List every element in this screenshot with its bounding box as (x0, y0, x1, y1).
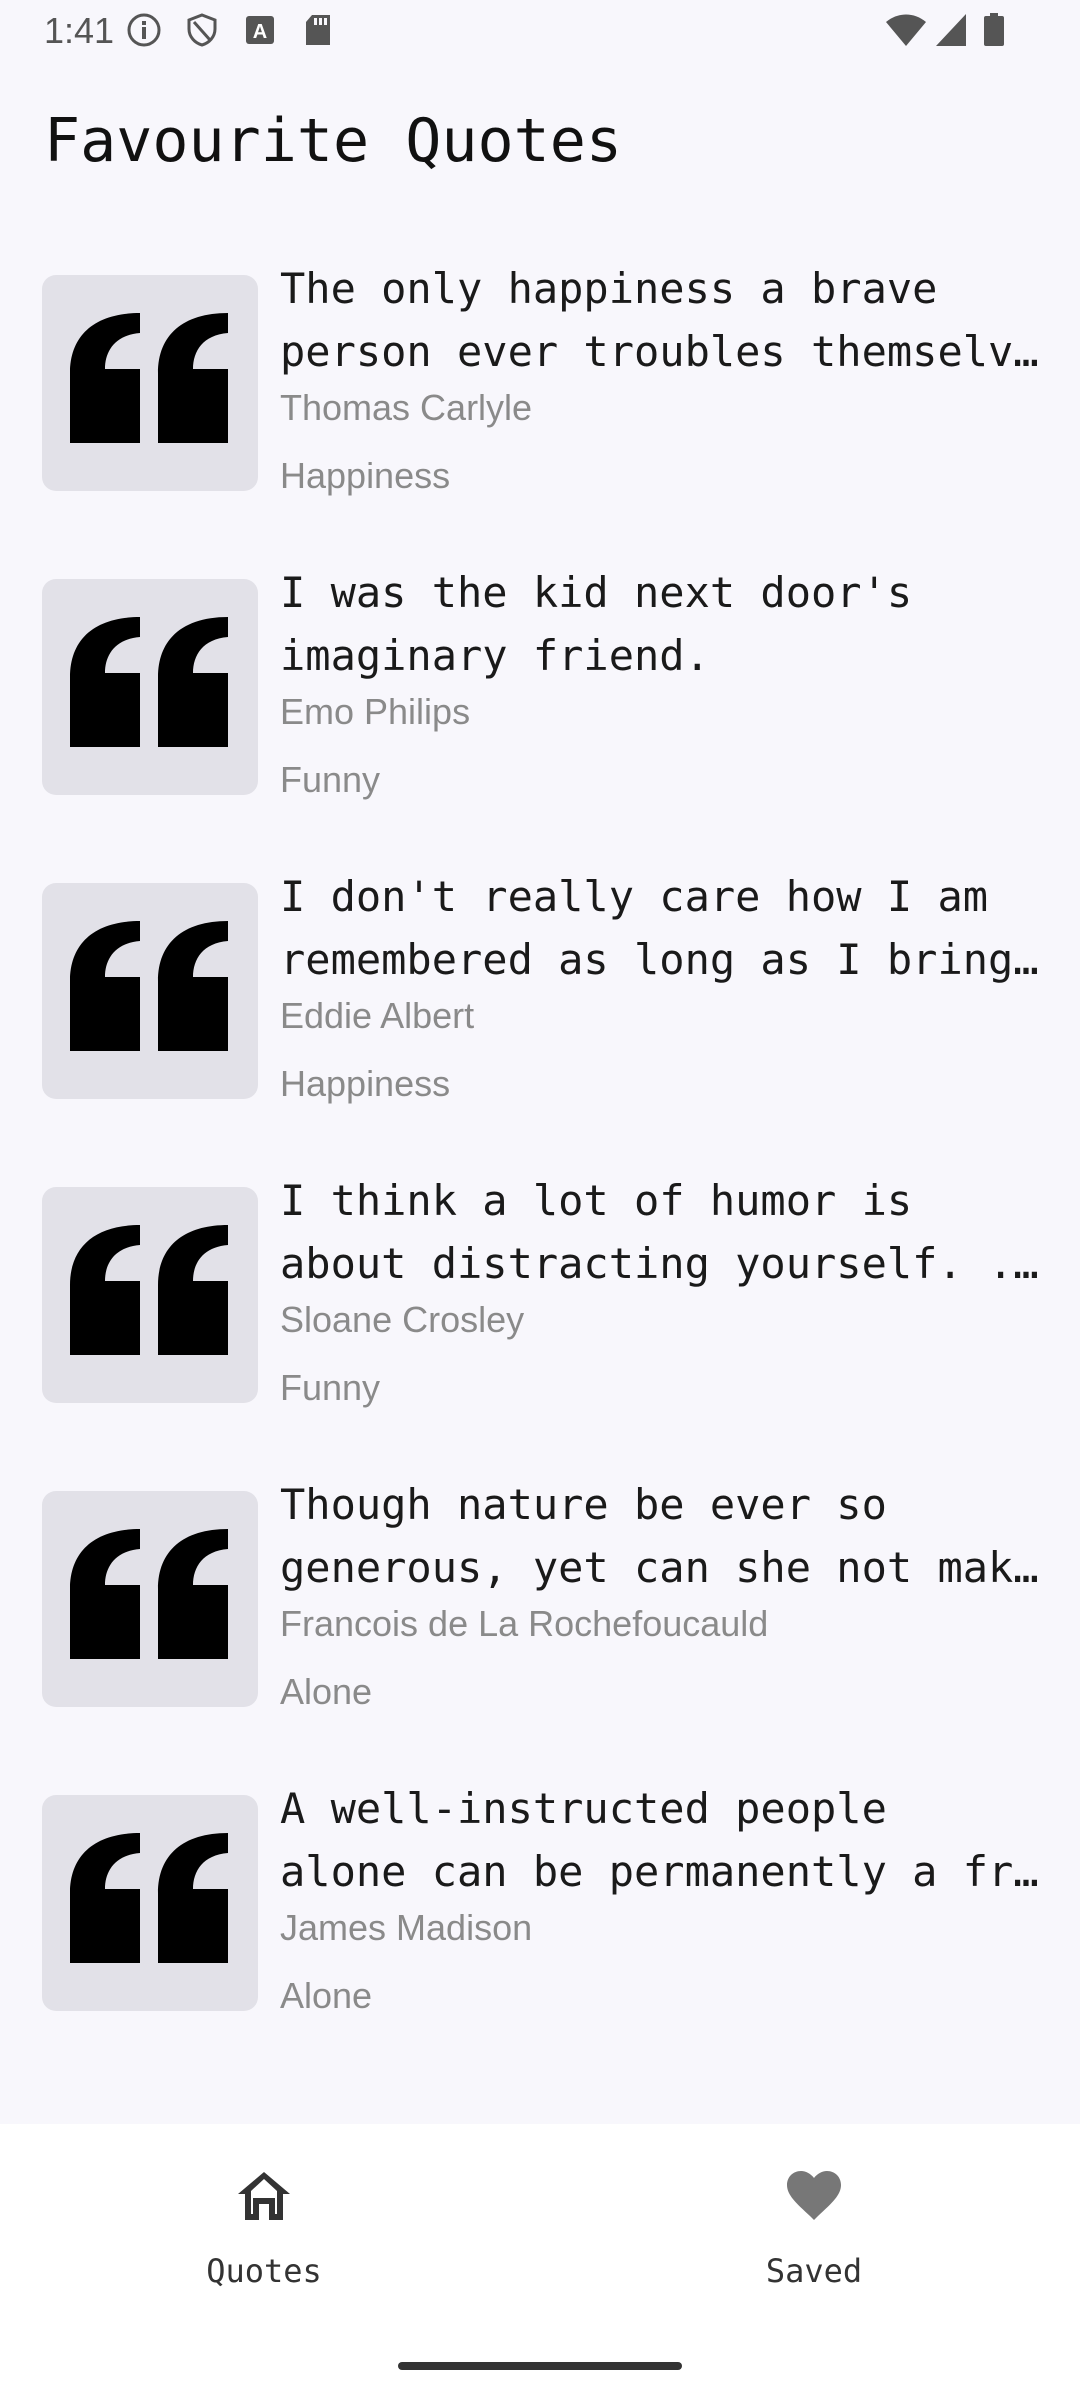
shield-icon (187, 13, 217, 47)
wifi-icon (886, 14, 926, 46)
quote-thumbnail (42, 1491, 258, 1707)
quote-list: The only happiness a brave person ever t… (0, 255, 1080, 2079)
status-bar: 1:41 A (0, 0, 1080, 64)
signal-icon (936, 14, 966, 46)
quote-text: The only happiness a brave person ever t… (280, 257, 1050, 383)
quote-author: Francois de La Rochefoucauld (280, 1603, 769, 1644)
font-a-icon: A (246, 16, 274, 44)
quote-category: Funny (280, 759, 381, 800)
nav-item-quotes[interactable]: Quotes (114, 2124, 414, 2324)
quote-thumbnail (42, 883, 258, 1099)
nav-item-saved[interactable]: Saved (664, 2124, 964, 2324)
quote-list-item[interactable]: A well-instructed people alone can be pe… (0, 1775, 1080, 2079)
status-time: 1:41 (44, 10, 115, 51)
quote-text: I think a lot of humor is about distract… (280, 1169, 1050, 1295)
format-quote-icon (70, 1225, 228, 1355)
quote-thumbnail (42, 275, 258, 491)
quote-text-line: I was the kid next door's (280, 568, 913, 617)
quote-text: A well-instructed people alone can be pe… (280, 1777, 1050, 1903)
quote-text-line: alone can be permanently a free... (280, 1847, 1050, 1896)
quote-text-line: The only happiness a brave (280, 264, 938, 313)
format-quote-icon (70, 313, 228, 443)
quote-author: Emo Philips (280, 691, 471, 732)
quote-text: Though nature be ever so generous, yet c… (280, 1473, 1050, 1599)
quote-category: Happiness (280, 455, 451, 496)
quote-text-line: imaginary friend. (280, 631, 710, 680)
quote-text-line: about distracting yourself. ... (280, 1239, 1050, 1288)
quote-text-line: A well-instructed people (280, 1784, 887, 1833)
quote-text-line: person ever troubles themselves... (280, 327, 1050, 376)
home-icon (238, 2172, 290, 2220)
quote-list-item[interactable]: The only happiness a brave person ever t… (0, 255, 1080, 559)
quote-author: Eddie Albert (280, 995, 475, 1036)
nav-label-saved: Saved (765, 2252, 863, 2290)
quote-text-line: generous, yet can she not make... (280, 1543, 1050, 1592)
quote-category: Alone (280, 1671, 373, 1712)
quote-list-item[interactable]: I think a lot of humor is about distract… (0, 1167, 1080, 1471)
quote-text: I was the kid next door's imaginary frie… (280, 561, 1050, 687)
quote-text-line: Though nature be ever so (280, 1480, 887, 1529)
quote-category: Happiness (280, 1063, 451, 1104)
quote-author: Sloane Crosley (280, 1299, 525, 1340)
quote-author: Thomas Carlyle (280, 387, 533, 428)
quote-text: I don't really care how I am remembered … (280, 865, 1050, 991)
bottom-navigation: Quotes Saved (0, 2124, 1080, 2400)
sd-card-icon (306, 15, 330, 45)
quote-category: Funny (280, 1367, 381, 1408)
quote-list-item[interactable]: Though nature be ever so generous, yet c… (0, 1471, 1080, 1775)
battery-icon (984, 13, 1004, 46)
quote-category: Alone (280, 1975, 373, 2016)
quote-list-item[interactable]: I was the kid next door's imaginary frie… (0, 559, 1080, 863)
svg-text:A: A (253, 21, 267, 43)
quote-text-line: remembered as long as I bring... (280, 935, 1050, 984)
format-quote-icon (70, 1833, 228, 1963)
quote-list-item[interactable]: I don't really care how I am remembered … (0, 863, 1080, 1167)
home-indicator[interactable] (398, 2362, 682, 2370)
format-quote-icon (70, 617, 228, 747)
heart-icon (787, 2171, 841, 2220)
quote-text-line: I think a lot of humor is (280, 1176, 913, 1225)
format-quote-icon (70, 1529, 228, 1659)
info-icon (127, 13, 161, 47)
format-quote-icon (70, 921, 228, 1051)
quote-author: James Madison (280, 1907, 533, 1948)
quote-thumbnail (42, 1187, 258, 1403)
quote-text-line: I don't really care how I am (280, 872, 989, 921)
nav-label-quotes: Quotes (206, 2252, 322, 2290)
page-title: Favourite Quotes (44, 106, 622, 176)
quote-thumbnail (42, 579, 258, 795)
quote-thumbnail (42, 1795, 258, 2011)
